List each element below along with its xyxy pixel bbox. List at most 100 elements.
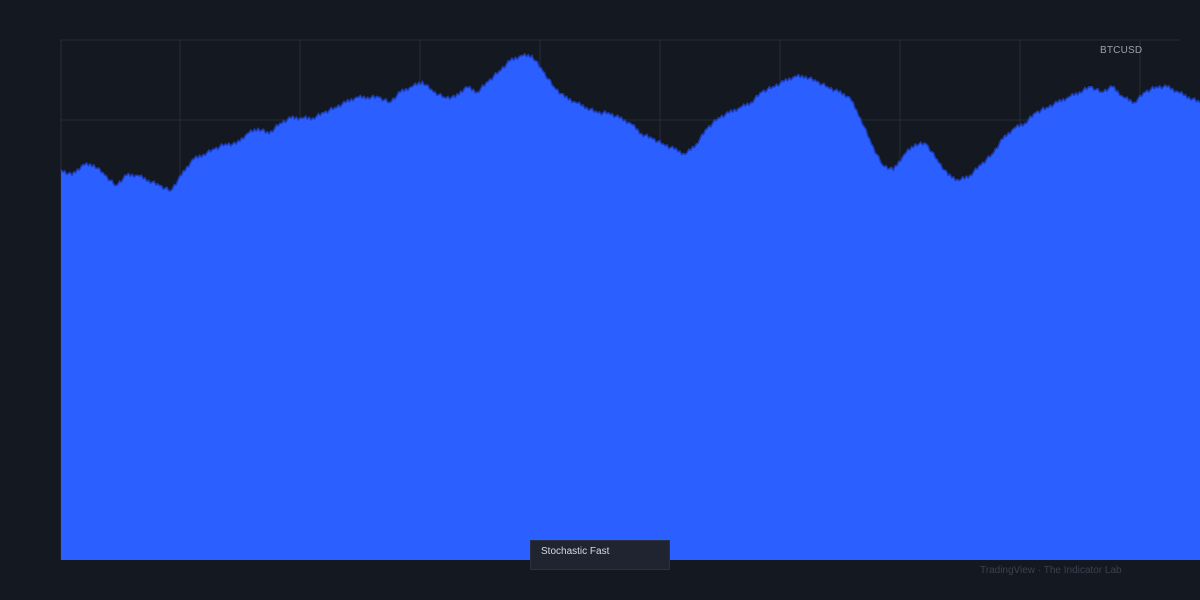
data-point <box>717 117 719 119</box>
data-point <box>947 174 949 176</box>
data-point <box>279 122 281 124</box>
data-point <box>662 143 665 145</box>
indicator-tooltip: Stochastic Fast <box>530 540 670 570</box>
data-point <box>1013 127 1015 130</box>
data-point <box>1067 96 1070 98</box>
data-point <box>958 179 960 182</box>
data-point <box>969 174 971 176</box>
data-point <box>257 127 259 130</box>
data-point <box>607 112 610 114</box>
symbol-label: BTCUSD <box>1100 45 1143 56</box>
data-point <box>980 164 982 166</box>
data-point <box>399 91 402 93</box>
data-point <box>574 101 577 104</box>
data-point <box>1122 96 1125 98</box>
data-point <box>125 174 128 176</box>
data-point <box>290 117 292 119</box>
data-point <box>706 127 708 130</box>
data-point <box>761 91 763 93</box>
data-point <box>520 54 522 57</box>
data-point <box>991 153 993 156</box>
data-point <box>772 86 774 88</box>
data-point <box>750 101 752 104</box>
data-point <box>585 106 588 109</box>
data-point <box>312 117 314 119</box>
data-point <box>60 169 62 171</box>
data-point <box>169 190 172 192</box>
data-point <box>1144 91 1146 93</box>
data-point <box>804 75 807 78</box>
data-point <box>925 143 927 145</box>
data-point <box>443 96 446 98</box>
data-point <box>158 184 161 187</box>
data-point <box>82 164 84 166</box>
data-point <box>1034 112 1037 114</box>
data-point <box>783 80 785 83</box>
data-point <box>136 174 139 176</box>
data-point <box>881 164 884 166</box>
data-point <box>695 143 697 145</box>
data-point <box>421 80 424 83</box>
data-point <box>1155 86 1157 88</box>
data-point <box>1056 101 1059 104</box>
data-point <box>498 70 500 72</box>
data-point <box>870 143 873 145</box>
data-point <box>564 96 566 98</box>
data-point <box>301 117 303 119</box>
data-point <box>476 91 479 93</box>
data-point <box>892 169 895 171</box>
data-point <box>432 91 435 93</box>
data-point <box>377 96 380 98</box>
data-point <box>180 174 183 176</box>
data-point <box>246 132 248 135</box>
data-point <box>1133 101 1136 104</box>
chart-area[interactable] <box>0 0 1200 600</box>
data-point <box>651 138 654 140</box>
data-point <box>673 148 676 150</box>
data-point <box>71 174 73 176</box>
data-point <box>531 54 533 57</box>
data-point <box>388 101 391 104</box>
data-point <box>1188 96 1190 98</box>
data-point <box>355 96 358 98</box>
data-point <box>629 122 632 124</box>
tooltip-label: Stochastic Fast <box>541 546 610 557</box>
data-point <box>465 86 468 88</box>
data-point <box>837 91 840 93</box>
data-point <box>684 153 687 156</box>
data-point <box>509 60 511 62</box>
data-point <box>903 153 906 156</box>
data-point <box>640 132 643 135</box>
data-point <box>1111 86 1114 88</box>
data-point <box>859 117 862 119</box>
data-point <box>728 112 730 114</box>
data-point <box>1100 91 1103 93</box>
data-point <box>542 70 544 72</box>
data-point <box>191 158 194 161</box>
data-point <box>202 153 205 156</box>
watermark: TradingView · The Indicator Lab <box>980 565 1122 576</box>
data-point <box>147 179 150 182</box>
data-point <box>848 96 851 98</box>
data-point <box>366 96 369 98</box>
data-point <box>794 75 796 78</box>
data-point <box>93 164 95 166</box>
data-point <box>914 143 917 145</box>
data-point <box>1002 138 1004 140</box>
series-layer <box>60 52 1200 561</box>
data-point <box>596 112 599 114</box>
data-point <box>618 117 621 119</box>
data-point <box>224 143 227 145</box>
data-point <box>213 148 216 150</box>
data-point <box>1177 91 1179 93</box>
data-point <box>1089 86 1092 88</box>
data-point <box>454 96 457 98</box>
data-point <box>1045 106 1048 109</box>
data-point <box>553 86 555 88</box>
data-point <box>936 158 938 161</box>
data-point <box>1166 86 1168 88</box>
data-point <box>115 184 117 187</box>
data-point <box>268 132 270 135</box>
data-point <box>410 86 413 88</box>
data-point <box>1078 91 1081 93</box>
